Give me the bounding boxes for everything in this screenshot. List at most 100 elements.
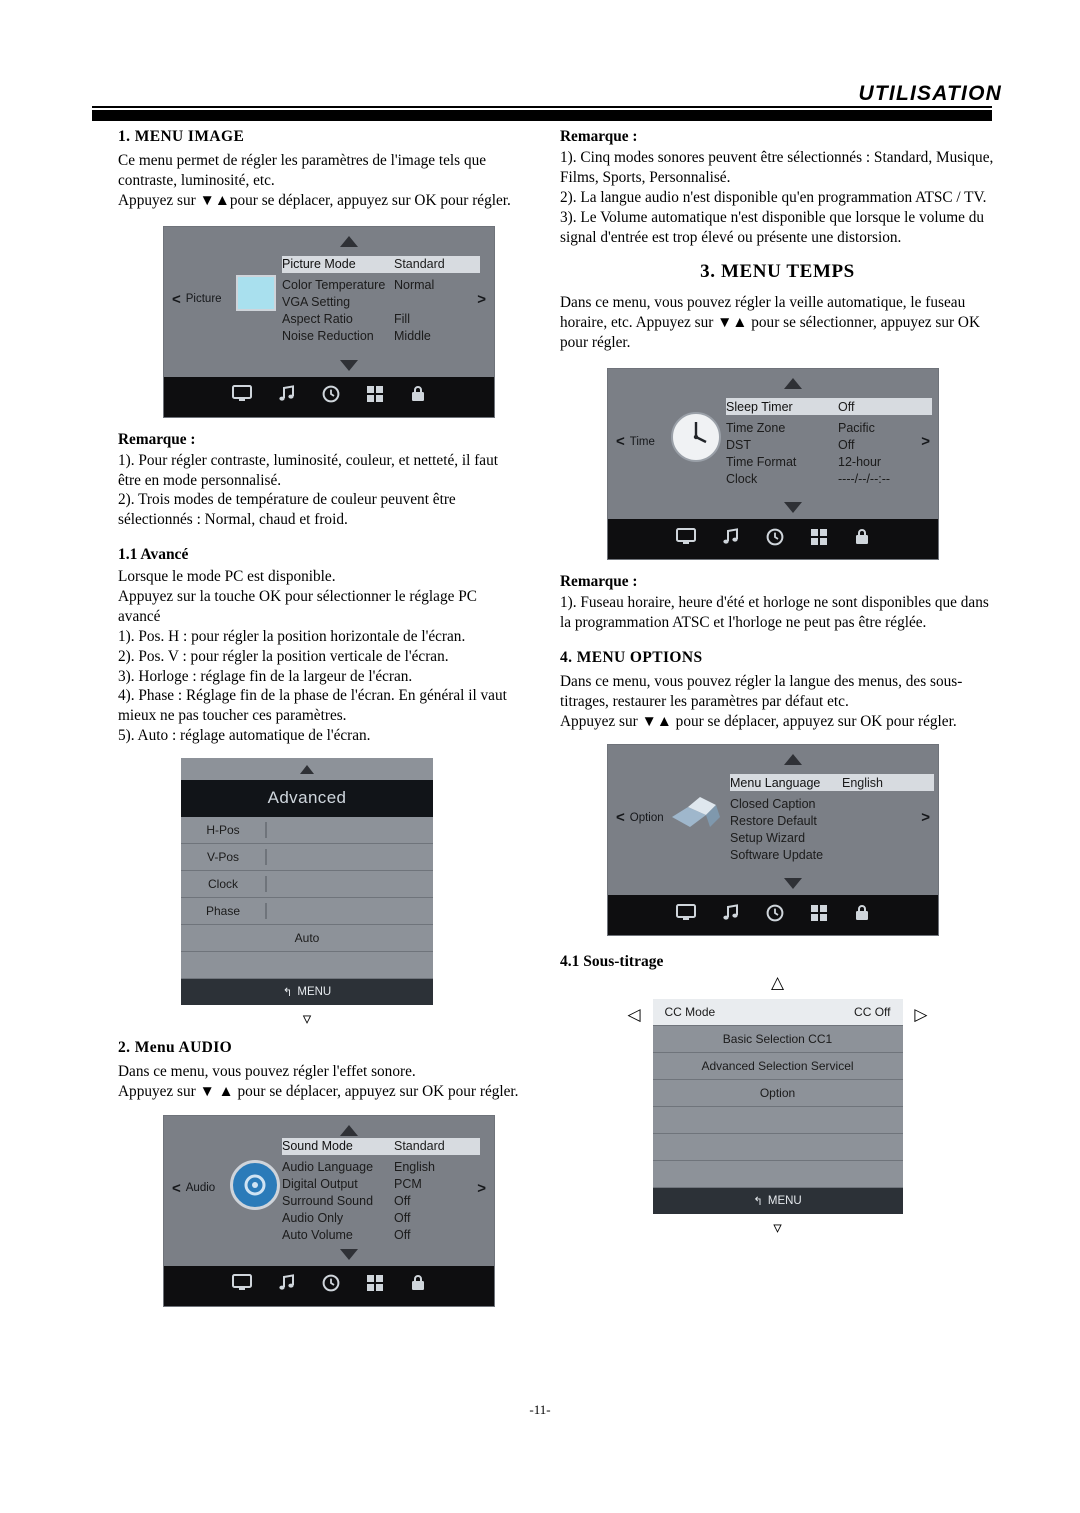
osd-advanced-row[interactable]: V-Pos	[181, 844, 433, 871]
option-preview-icon	[666, 791, 724, 842]
osd-row[interactable]: Restore Default	[730, 812, 934, 829]
osd-up-arrow-icon[interactable]	[340, 235, 358, 247]
osd-row[interactable]: Digital Output PCM	[282, 1176, 480, 1193]
osd-advanced-down-arrow[interactable]: ▿	[181, 1005, 433, 1029]
cc-menu-button[interactable]: ↰ MENU	[652, 1188, 903, 1215]
osd-row-label: Restore Default	[730, 813, 817, 828]
grid-icon[interactable]	[810, 904, 828, 927]
osd-row[interactable]: Auto Volume Off	[282, 1227, 480, 1244]
section-4-1-title: 4.1 Sous-titrage	[560, 953, 664, 971]
osd-row[interactable]: Software Update	[730, 846, 934, 863]
osd-row[interactable]: Aspect Ratio Fill	[282, 311, 480, 328]
grid-icon[interactable]	[366, 1274, 384, 1297]
osd-row[interactable]: Menu Language English	[730, 774, 934, 792]
osd-advanced-row[interactable]: Phase	[181, 898, 433, 925]
osd-row[interactable]: Sleep Timer Off	[726, 398, 932, 415]
osd-audio-side-label: Audio	[185, 1182, 216, 1195]
monitor-icon[interactable]	[676, 527, 696, 551]
osd-advanced-up-arrow[interactable]	[181, 758, 433, 780]
lock-icon[interactable]	[854, 528, 870, 551]
lock-icon[interactable]	[410, 385, 426, 408]
cc-item[interactable]: Basic Selection CC1	[652, 1026, 903, 1054]
osd-advanced-menu-button[interactable]: ↰ MENU	[181, 979, 433, 1005]
grid-icon[interactable]	[810, 528, 828, 551]
osd-row[interactable]: DST Off	[726, 436, 932, 453]
osd-row[interactable]: Audio Only Off	[282, 1210, 480, 1227]
osd-row-label: Menu Language	[730, 775, 821, 790]
osd-row[interactable]: Color Temperature Normal	[282, 277, 480, 294]
osd-row-label: Picture Mode	[282, 257, 356, 272]
osd-row[interactable]: Time Zone Pacific	[726, 419, 932, 436]
clock-icon[interactable]	[322, 385, 340, 408]
osd-row-label: Auto Volume	[282, 1228, 353, 1243]
osd-row-label: VGA Setting	[282, 295, 351, 310]
phase-slider[interactable]	[265, 903, 433, 919]
cc-mode-row[interactable]: CC Mode CC Off	[652, 999, 903, 1027]
osd-row[interactable]: Surround Sound Off	[282, 1193, 480, 1210]
osd-row-label: Sound Mode	[282, 1139, 353, 1154]
clock-icon[interactable]	[322, 1274, 340, 1297]
osd-up-arrow-icon[interactable]	[340, 1124, 358, 1136]
auto-button[interactable]: Auto	[181, 925, 433, 952]
lock-icon[interactable]	[854, 904, 870, 927]
osd-time-left-nav[interactable]: < Time	[616, 433, 655, 450]
osd-advanced-row[interactable]: Clock	[181, 871, 433, 898]
osd-row[interactable]: Picture Mode Standard	[282, 255, 480, 273]
osd-row-value: Fill	[394, 312, 410, 327]
music-note-icon[interactable]	[722, 527, 740, 551]
cc-blank-row	[652, 1134, 903, 1162]
osd-picture-side-label: Picture	[185, 293, 222, 306]
lock-icon[interactable]	[410, 1274, 426, 1297]
osd-down-arrow-icon[interactable]	[340, 1248, 358, 1260]
osd-down-arrow-icon[interactable]	[340, 359, 358, 371]
osd-up-arrow-icon[interactable]	[784, 378, 802, 389]
monitor-icon[interactable]	[232, 385, 252, 408]
osd-row-value: Off	[394, 1211, 411, 1226]
clock-icon[interactable]	[766, 904, 784, 927]
section-4-para-2: Appuyez sur ▼▲ pour se déplacer, appuyez…	[560, 712, 957, 730]
osd-row[interactable]: Audio Language English	[282, 1159, 480, 1176]
osd-row-value: Off	[838, 437, 855, 452]
osd-up-arrow-icon[interactable]	[784, 754, 802, 766]
osd-row-label: Noise Reduction	[282, 329, 374, 344]
cc-right-arrow[interactable]: ▷	[914, 1007, 927, 1025]
osd-row[interactable]: Time Format 12-hour	[726, 453, 932, 470]
osd-audio-left-nav[interactable]: < Audio	[172, 1180, 215, 1197]
v-pos-slider[interactable]	[265, 849, 433, 865]
osd-bottom-bar	[608, 895, 938, 936]
osd-row[interactable]: Clock ----/--/--:--	[726, 470, 932, 487]
remark-label: Remarque :	[560, 128, 638, 145]
cc-down-arrow[interactable]: ▿	[628, 1214, 928, 1238]
osd-row[interactable]: Closed Caption	[730, 795, 934, 812]
music-note-icon[interactable]	[722, 904, 740, 927]
music-note-icon[interactable]	[278, 1274, 296, 1297]
osd-option-left-nav[interactable]: < Option	[616, 809, 664, 826]
osd-down-arrow-icon[interactable]	[784, 502, 802, 513]
osd-advanced-row[interactable]: H-Pos	[181, 817, 433, 844]
clock-slider[interactable]	[265, 876, 433, 892]
picture-preview-swatch	[236, 274, 276, 311]
osd-picture-left-nav[interactable]: < Picture	[172, 291, 222, 308]
osd-row[interactable]: Setup Wizard	[730, 829, 934, 846]
osd-row-value: Pacific	[838, 420, 875, 435]
clock-icon[interactable]	[766, 528, 784, 551]
cc-item[interactable]: Advanced Selection Servicel	[652, 1053, 903, 1081]
osd-row[interactable]: Noise Reduction Middle	[282, 328, 480, 345]
cc-up-arrow[interactable]: △	[628, 975, 928, 993]
cc-item-label: Option	[759, 1086, 796, 1101]
osd-row[interactable]: Sound Mode Standard	[282, 1137, 480, 1155]
music-note-icon[interactable]	[278, 385, 296, 408]
osd-row-label: Audio Only	[282, 1211, 344, 1226]
cc-left-arrow[interactable]: ◁	[628, 1007, 641, 1025]
osd-picture: < Picture > Picture Mode Standard Color T…	[164, 226, 494, 417]
page-number: -11-	[529, 1402, 551, 1417]
osd-down-arrow-icon[interactable]	[784, 878, 802, 890]
osd-advanced-row-label: H-Pos	[206, 823, 240, 837]
h-pos-slider[interactable]	[265, 822, 433, 838]
grid-icon[interactable]	[366, 385, 384, 408]
monitor-icon[interactable]	[676, 903, 696, 927]
chevron-left-icon: <	[172, 1179, 181, 1197]
monitor-icon[interactable]	[232, 1274, 252, 1297]
cc-item[interactable]: Option	[652, 1080, 903, 1108]
osd-row[interactable]: VGA Setting	[282, 294, 480, 311]
